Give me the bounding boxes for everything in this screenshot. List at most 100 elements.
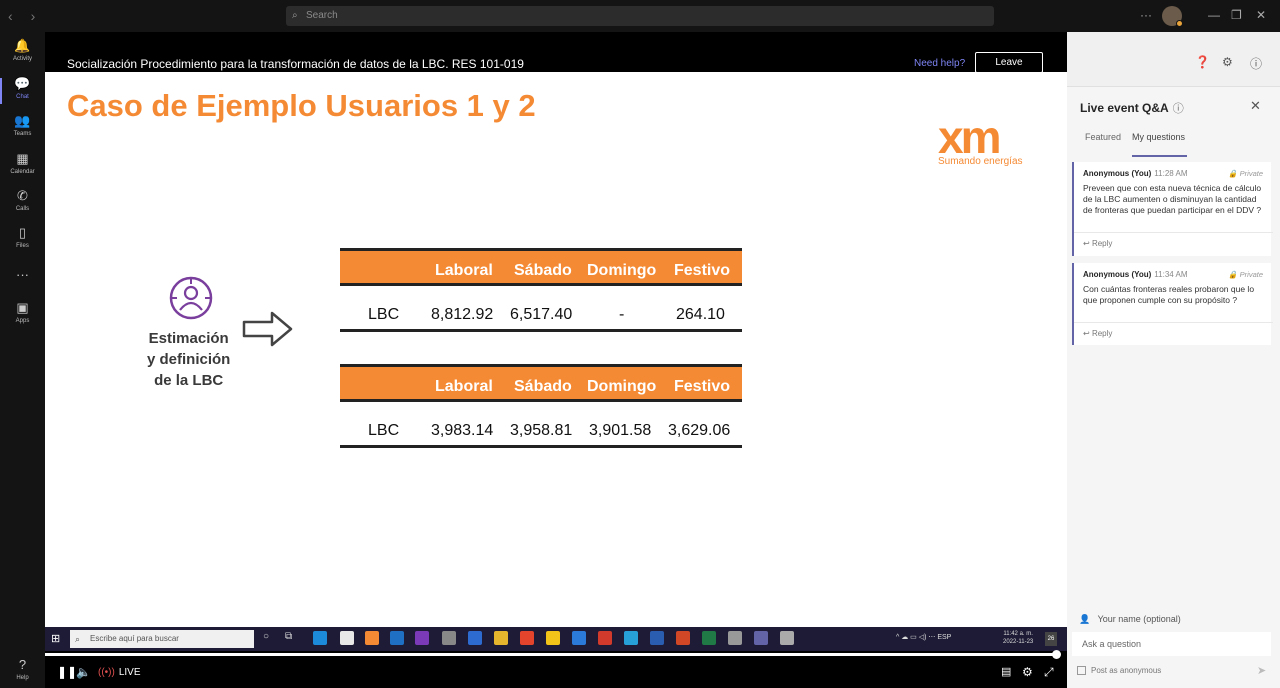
name-field[interactable]: 👤 Your name (optional) [1079,614,1181,625]
panel-title: Live event Q&A ⓘ [1080,101,1184,115]
task-view-icon: ⧉ [285,631,293,642]
more-icon: ··· [16,267,29,282]
xm-logo: xm Sumando energías [938,111,1023,167]
restore-icon[interactable]: ❐ [1231,8,1242,22]
logo-text: xm [938,111,1001,163]
lbc-table-1: Laboral Sábado Domingo Festivo LBC 8,812… [340,248,742,332]
playback-progress[interactable] [45,653,1057,656]
rail-more[interactable]: ··· [0,267,45,285]
live-dot-icon: ((•)) [98,667,115,678]
explorer-icon [494,631,508,645]
question-text: Con cuántas fronteras reales probaron qu… [1083,284,1255,305]
more-options-icon[interactable]: ··· [1140,8,1152,22]
live-event-stage: Socialización Procedimiento para la tran… [45,32,1067,688]
gear-icon[interactable]: ⚙ [1022,665,1033,679]
acrobat-icon [598,631,612,645]
app-rail: 🔔 Activity 💬 Chat 👥 Teams ▦ Calendar ✆ C… [0,32,45,688]
table-header: Laboral Sábado Domingo Festivo [340,248,742,286]
search-input[interactable]: ⌕ Search [286,6,994,26]
presentation-slide: Caso de Ejemplo Usuarios 1 y 2 xm Sumand… [45,72,1067,627]
back-arrow-icon[interactable]: ‹ [8,8,13,24]
history-nav: ‹ › [8,8,49,24]
bell-icon: 🔔 [14,38,31,53]
rail-apps[interactable]: ▣ Apps [0,300,45,324]
rail-calendar[interactable]: ▦ Calendar [0,151,45,175]
divider [1074,322,1273,323]
teams-app-icon [754,631,768,645]
active-tab-indicator [1132,155,1187,157]
person-icon: 👤 [1079,614,1091,624]
search-placeholder: Search [306,10,338,21]
browser-icon [624,631,638,645]
question-meta: Anonymous (You) 11:28 AM [1083,169,1188,178]
close-icon[interactable]: ✕ [1250,98,1261,114]
question-card: Anonymous (You) 11:34 AM 🔒 Private Con cu… [1072,263,1273,345]
database-icon [442,631,456,645]
forward-arrow-icon[interactable]: › [31,8,36,24]
table-row: LBC 8,812.92 6,517.40 - 264.10 [340,286,742,332]
minimize-icon[interactable]: — [1208,8,1220,22]
rail-calls[interactable]: ✆ Calls [0,188,45,212]
qa-icon[interactable]: ❓ [1195,55,1210,69]
reply-button[interactable]: ↩ Reply [1083,239,1112,248]
progress-knob[interactable] [1052,650,1061,659]
status-dot [1176,20,1183,27]
volume-icon[interactable]: 🔈 [76,665,91,679]
app-icon [468,631,482,645]
close-icon[interactable]: ✕ [1256,8,1266,22]
tab-my-questions[interactable]: My questions [1132,132,1185,142]
private-label: 🔒 Private [1228,270,1263,279]
question-meta: Anonymous (You) 11:34 AM [1083,270,1188,279]
avatar[interactable] [1162,6,1183,27]
meeting-title: Socialización Procedimiento para la tran… [67,57,524,71]
presenter-taskbar: ⊞ ⌕ Escribe aquí para buscar ○ ⧉ ^ ☁ ▭ ◁… [45,627,1067,651]
table-header: Laboral Sábado Domingo Festivo [340,364,742,402]
taskbar-search: ⌕ Escribe aquí para buscar [70,630,254,648]
notification-badge: 26 [1045,632,1057,646]
post-anonymous-checkbox[interactable]: Post as anonymous [1077,666,1161,676]
app-icon [780,631,794,645]
live-indicator: ((•)) LIVE [98,667,141,678]
fullscreen-icon[interactable]: ⤢ [1044,665,1054,680]
qa-panel: ❓ ⚙ ⓘ Live event Q&A ⓘ ✕ Featured My ques… [1067,32,1280,688]
powerpoint-icon [676,631,690,645]
xm-app-icon [365,631,379,645]
person-target-icon [169,276,213,320]
info-icon[interactable]: ⓘ [1250,55,1262,72]
divider [1074,232,1273,233]
outlook-icon [390,631,404,645]
windows-start-icon: ⊞ [51,633,61,645]
checkbox[interactable] [1077,666,1086,676]
settings-app-icon [728,631,742,645]
search-icon: ⌕ [292,10,298,21]
reply-icon: ↩ [1083,239,1090,248]
leave-button[interactable]: Leave [975,52,1043,73]
phone-icon: ✆ [17,188,28,203]
pause-icon[interactable]: ❚❚ [57,665,77,679]
rail-files[interactable]: ▯ Files [0,225,45,249]
need-help-link[interactable]: Need help? [914,58,965,69]
title-bar: ‹ › ⌕ Search ··· — ❐ ✕ [0,0,1280,32]
captions-icon[interactable]: ▤ [1001,665,1011,678]
store-icon [340,631,354,645]
calendar-icon: ▦ [16,151,29,166]
send-icon[interactable]: ➤ [1257,664,1266,677]
edge-icon [313,631,327,645]
rail-chat[interactable]: 💬 Chat [0,76,45,104]
right-arrow-icon [242,311,293,347]
chat-icon: 💬 [14,76,31,91]
cortana-icon: ○ [263,631,270,642]
rail-activity[interactable]: 🔔 Activity [0,38,45,62]
teams-icon: 👥 [14,113,31,128]
ask-question-input[interactable]: Ask a question [1072,632,1271,656]
rail-teams[interactable]: 👥 Teams [0,113,45,137]
tab-featured[interactable]: Featured [1085,132,1121,142]
gear-icon[interactable]: ⚙ [1222,55,1233,69]
system-clock: 11:42 a. m. 2022-11-23 [1003,631,1034,645]
logo-tagline: Sumando energías [938,156,1023,167]
rail-help[interactable]: ? Help [0,657,45,681]
panel-toolbar: ❓ ⚙ ⓘ [1067,32,1280,87]
question-mark-icon[interactable]: ⓘ [1173,103,1184,115]
reply-button[interactable]: ↩ Reply [1083,329,1112,338]
private-label: 🔒 Private [1228,169,1263,178]
